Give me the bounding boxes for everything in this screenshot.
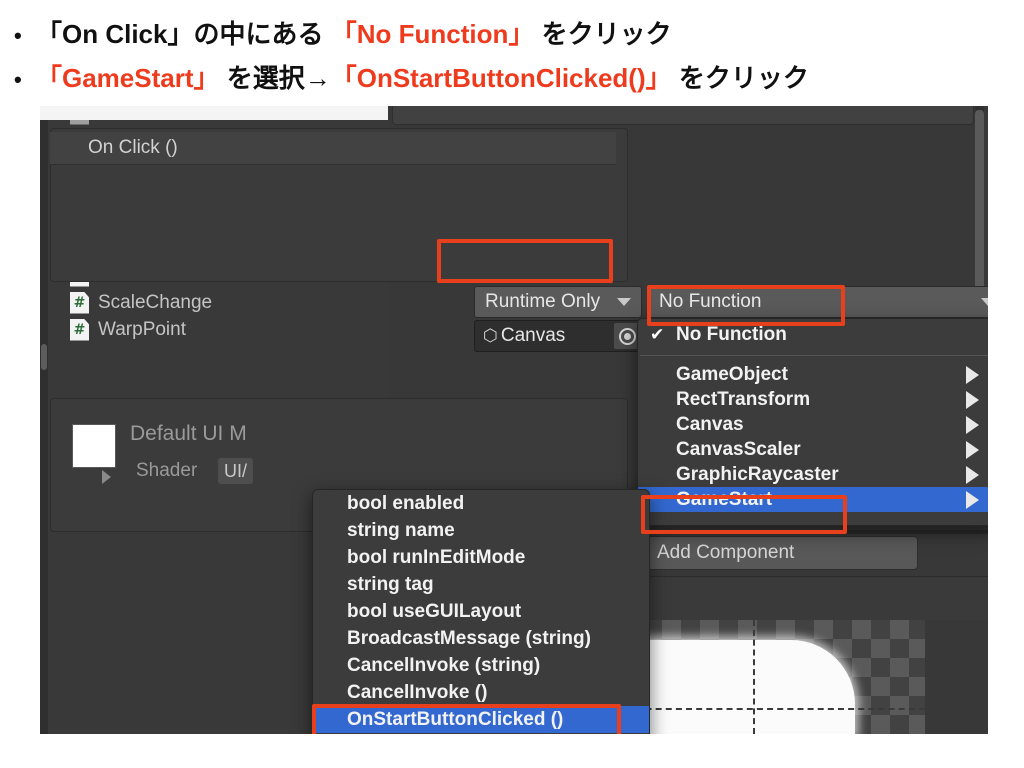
triangle-right-icon [966, 390, 979, 409]
menu-separator [640, 355, 988, 356]
method-item-label: bool runInEditMode [347, 546, 526, 568]
method-item-label: string name [347, 519, 455, 541]
menu-item-no-function[interactable]: ✔ No Function [638, 319, 988, 350]
instruction-line-2: • 「GameStart」 を選択→「OnStartButtonClicked()… [14, 58, 809, 95]
menu-item-label: GameStart [676, 488, 773, 510]
hierarchy-item-scalechange[interactable]: # ScaleChange [70, 289, 212, 316]
instruction-line-1-text-1: 「On Click」の中にある [36, 19, 331, 49]
add-component-label: Add Component [657, 542, 795, 563]
menu-item-gamestart[interactable]: GameStart [638, 487, 988, 512]
check-icon: ✔ [650, 324, 665, 344]
material-name: Default UI M [130, 422, 247, 445]
triangle-right-icon [966, 490, 979, 509]
method-item-label: CancelInvoke (string) [347, 654, 541, 676]
hash-glyph: # [73, 294, 86, 311]
menu-item-label: GameObject [676, 363, 788, 385]
chevron-down-icon [981, 298, 988, 306]
method-submenu: bool enabled string name bool runInEditM… [312, 489, 650, 734]
runtime-mode-value: Runtime Only [485, 291, 601, 312]
method-item-label: OnStartButtonClicked () [347, 708, 564, 730]
function-dropdown[interactable]: No Function [648, 286, 988, 318]
cube-icon: ⬡ [483, 326, 498, 345]
method-item-string-tag[interactable]: string tag [313, 571, 649, 598]
method-item-string-name[interactable]: string name [313, 517, 649, 544]
menu-item-recttransform[interactable]: RectTransform [638, 387, 988, 412]
chevron-down-icon [617, 298, 631, 306]
method-item-label: string tag [347, 573, 434, 595]
panel-top-clip [40, 106, 388, 120]
menu-item-label: CanvasScaler [676, 438, 801, 460]
method-item-label: CancelInvoke () [347, 681, 488, 703]
method-item-label: bool enabled [347, 492, 465, 514]
csharp-script-icon: # [70, 318, 89, 341]
instruction-line-2-text-1: を選択→ [219, 63, 331, 93]
method-item-onstartbuttonclicked[interactable]: OnStartButtonClicked () [313, 706, 649, 733]
nine-slice-guide-vertical [753, 620, 755, 734]
function-dropdown-menu: ✔ No Function GameObject RectTransform C… [637, 318, 988, 526]
menu-item-canvas[interactable]: Canvas [638, 412, 988, 437]
method-item-bool-usegulayout[interactable]: bool useGUILayout [313, 598, 649, 625]
nine-slice-guide-horizontal [605, 708, 925, 710]
shader-label: Shader [136, 460, 198, 481]
instruction-header: • 「On Click」の中にある 「No Function」 をクリック • 「G… [0, 0, 1024, 104]
method-item-cancelinvoke-string[interactable]: CancelInvoke (string) [313, 652, 649, 679]
hierarchy-item-label: ScaleChange [98, 291, 213, 313]
on-click-title: On Click () [88, 137, 178, 158]
menu-item-label: No Function [676, 323, 787, 345]
method-item-label: BroadcastMessage (string) [347, 627, 591, 649]
triangle-right-icon [966, 415, 979, 434]
material-color-swatch[interactable] [72, 424, 116, 468]
method-item-label: bool useGUILayout [347, 600, 522, 622]
instruction-line-2-highlight-2: 「OnStartButtonClicked()」 [330, 63, 672, 93]
triangle-right-icon [966, 440, 979, 459]
instruction-line-1-highlight: 「No Function」 [330, 19, 535, 49]
menu-item-label: Canvas [676, 413, 744, 435]
menu-item-label: RectTransform [676, 388, 811, 410]
triangle-right-icon [966, 365, 979, 384]
object-reference-value: Canvas [500, 325, 566, 346]
triangle-right-icon [966, 465, 979, 484]
hierarchy-scrollbar-track[interactable] [40, 106, 48, 734]
instruction-line-2-highlight-1: 「GameStart」 [36, 63, 220, 93]
hash-glyph: # [73, 321, 86, 338]
bullet-marker: • [14, 67, 22, 92]
bullet-marker: • [14, 23, 22, 48]
add-component-button[interactable]: Add Component [644, 536, 918, 570]
method-item-broadcastmessage[interactable]: BroadcastMessage (string) [313, 625, 649, 652]
method-item-bool-enabled[interactable]: bool enabled [313, 490, 649, 517]
menu-item-label: GraphicRaycaster [676, 463, 839, 485]
inspector-top-strip [392, 106, 974, 125]
menu-item-canvasscaler[interactable]: CanvasScaler [638, 437, 988, 462]
menu-item-gameobject[interactable]: GameObject [638, 362, 988, 387]
object-reference-field[interactable]: ⬡ Canvas [474, 320, 642, 352]
function-dropdown-value: No Function [659, 291, 762, 312]
instruction-line-1: • 「On Click」の中にある 「No Function」 をクリック [14, 14, 672, 51]
method-item-cancelinvoke[interactable]: CancelInvoke () [313, 679, 649, 706]
triangle-right-icon[interactable] [102, 470, 111, 484]
instruction-line-2-text-2: をクリック [671, 63, 809, 93]
instruction-line-1-text-2: をクリック [534, 19, 672, 49]
menu-item-graphicraycaster[interactable]: GraphicRaycaster [638, 462, 988, 487]
on-click-header: On Click () [50, 132, 616, 165]
csharp-script-icon: # [70, 291, 89, 314]
hierarchy-item-label: WarpPoint [98, 318, 186, 340]
runtime-mode-dropdown[interactable]: Runtime Only [474, 286, 642, 318]
unity-editor-screenshot: # AccelPoint # Ball # ChaseCamera # Coin… [40, 106, 988, 734]
method-item-bool-runineditmode[interactable]: bool runInEditMode [313, 544, 649, 571]
hierarchy-scrollbar-thumb[interactable] [41, 344, 47, 370]
method-item-sendmessage[interactable]: SendMessage (string) [313, 733, 649, 734]
shader-value[interactable]: UI/ [218, 458, 254, 484]
hierarchy-item-warppoint[interactable]: # WarpPoint [70, 316, 186, 343]
